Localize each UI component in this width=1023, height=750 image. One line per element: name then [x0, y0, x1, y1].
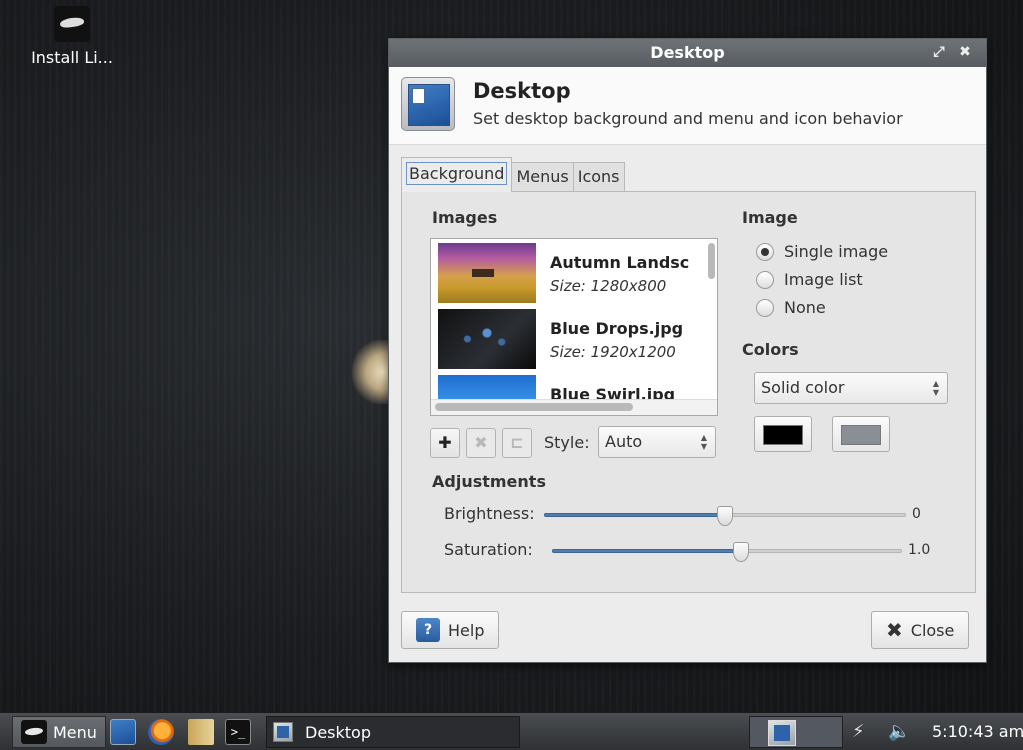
radio-button[interactable] [756, 242, 774, 261]
slider-fill [552, 549, 741, 553]
desktop-settings-icon [273, 722, 293, 742]
close-x-icon: ✖ [886, 618, 903, 642]
style-label: Style: [544, 433, 590, 452]
help-icon: ? [416, 618, 440, 642]
radio-button[interactable] [756, 298, 774, 317]
close-label: Close [910, 620, 955, 640]
install-desktop-icon[interactable]: Install Li... [24, 6, 120, 67]
tab-bar: Background Menus Icons [401, 157, 625, 192]
plus-icon: ✚ [438, 433, 452, 452]
colors-section-title: Colors [742, 340, 799, 359]
close-button[interactable]: ✖ Close [871, 611, 970, 649]
header-title: Desktop [473, 79, 571, 103]
dialog-header: Desktop Set desktop background and menu … [389, 67, 986, 145]
clock[interactable]: 5:10:43 am [932, 722, 1023, 741]
remove-image-button[interactable]: ✖ [466, 428, 496, 458]
secondary-color-button[interactable] [832, 416, 890, 452]
background-tab-panel: Images Autumn Landsc Size: 1280x800 Blue… [401, 191, 976, 593]
slider-fill [544, 513, 725, 517]
menu-logo-icon [21, 720, 47, 744]
taskbar-item-desktop[interactable]: Desktop [266, 716, 520, 748]
radio-button[interactable] [756, 270, 774, 289]
list-item[interactable]: Blue Drops.jpg Size: 1920x1200 [438, 309, 708, 369]
header-subtitle: Set desktop background and menu and icon… [473, 109, 903, 128]
tab-background[interactable]: Background [401, 157, 513, 192]
horizontal-scrollbar[interactable] [435, 403, 633, 411]
color-mode-select[interactable]: Solid color ▲ ▼ [754, 372, 948, 404]
updown-icon: ▲ ▼ [932, 379, 939, 397]
set-image-button[interactable]: ⊏ [502, 428, 532, 458]
image-size: Size: 1280x800 [550, 277, 667, 295]
workspace-switcher[interactable] [749, 716, 843, 748]
image-size: Size: 1920x1200 [550, 343, 676, 361]
saturation-value: 1.0 [908, 542, 931, 558]
file-manager-icon[interactable] [188, 719, 214, 745]
color-mode-value: Solid color [761, 378, 845, 397]
wallpaper-glow [352, 340, 392, 404]
remove-icon: ✖ [474, 433, 488, 452]
list-item[interactable]: Autumn Landsc Size: 1280x800 [438, 243, 708, 303]
brightness-value: 0 [912, 506, 921, 522]
slider-handle[interactable] [717, 506, 733, 526]
help-button[interactable]: ? Help [401, 611, 500, 649]
taskbar-item-label: Desktop [305, 722, 371, 742]
close-icon[interactable]: ✖ [956, 43, 974, 61]
tab-icons[interactable]: Icons [572, 162, 625, 192]
folder-icon: ⊏ [510, 433, 524, 452]
image-name: Autumn Landsc [550, 253, 690, 272]
style-select[interactable]: Auto ▲ ▼ [598, 426, 716, 458]
radio-label: None [784, 298, 826, 317]
help-label: Help [448, 620, 485, 640]
workspace-icon [768, 720, 796, 746]
add-image-button[interactable]: ✚ [430, 428, 460, 458]
brightness-slider[interactable] [544, 506, 906, 526]
primary-color-button[interactable] [754, 416, 812, 452]
network-icon[interactable]: ⚡ [852, 721, 865, 742]
maximize-icon[interactable]: ⤢ [930, 43, 948, 61]
desktop-preferences-dialog: Desktop ⤢ ✖ Desktop Set desktop backgrou… [388, 38, 987, 663]
radio-image-list[interactable]: Image list [756, 270, 863, 289]
brightness-label: Brightness: [444, 504, 535, 523]
image-name: Blue Drops.jpg [550, 319, 684, 338]
saturation-slider[interactable] [552, 542, 902, 562]
radio-label: Image list [784, 270, 863, 289]
show-desktop-icon[interactable] [110, 719, 136, 745]
vertical-scrollbar[interactable] [708, 243, 715, 279]
radio-label: Single image [784, 242, 889, 261]
firefox-icon[interactable] [148, 719, 174, 745]
image-thumbnail [438, 309, 536, 369]
menu-label: Menu [53, 722, 97, 742]
tab-menus[interactable]: Menus [511, 162, 574, 192]
horizontal-scrollbar-track [431, 399, 717, 415]
terminal-icon[interactable]: >_ [225, 719, 251, 745]
window-title: Desktop [650, 43, 725, 62]
image-list[interactable]: Autumn Landsc Size: 1280x800 Blue Drops.… [430, 238, 718, 416]
radio-single-image[interactable]: Single image [756, 242, 888, 261]
radio-none[interactable]: None [756, 298, 826, 317]
installer-icon [54, 6, 90, 42]
main-menu-button[interactable]: Menu [12, 716, 106, 748]
desktop-settings-icon [401, 77, 455, 131]
image-section-title: Image [742, 208, 798, 227]
secondary-color-swatch [841, 425, 881, 445]
volume-icon[interactable]: 🔈 [888, 721, 910, 742]
images-section-title: Images [432, 208, 498, 227]
updown-icon: ▲ ▼ [700, 433, 707, 451]
title-bar[interactable]: Desktop ⤢ ✖ [389, 39, 986, 67]
saturation-label: Saturation: [444, 540, 533, 559]
install-icon-label: Install Li... [31, 48, 113, 67]
style-select-value: Auto [605, 432, 643, 451]
adjustments-section-title: Adjustments [432, 472, 546, 491]
bottom-panel: Menu >_ Desktop ⚡ 🔈 5:10:43 am [0, 712, 1023, 750]
image-thumbnail [438, 243, 536, 303]
slider-handle[interactable] [733, 542, 749, 562]
primary-color-swatch [763, 425, 803, 445]
